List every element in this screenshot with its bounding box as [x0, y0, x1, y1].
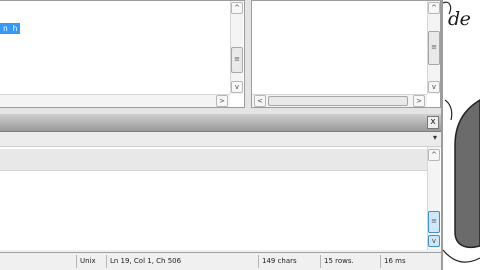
whiteboard-drawing: de — [443, 0, 480, 270]
line-ending-status: Unix — [76, 255, 106, 268]
table-row[interactable] — [0, 149, 427, 171]
scroll-right-button[interactable]: > — [413, 95, 425, 107]
scroll-down-button[interactable]: v — [231, 81, 243, 93]
editor-horizontal-scrollbar[interactable]: > — [0, 94, 230, 107]
grid-vertical-scrollbar[interactable]: ^ ≡ v — [427, 147, 440, 250]
char-count-status: 149 chars — [258, 255, 320, 268]
scroll-thumb[interactable]: ≡ — [428, 31, 440, 65]
scroll-thumb[interactable]: ≡ — [428, 211, 440, 233]
scroll-down-button[interactable]: v — [428, 235, 440, 247]
scroll-down-button[interactable]: v — [428, 81, 440, 93]
dropdown-arrow-icon[interactable]: ▾ — [433, 133, 437, 142]
close-panel-button[interactable]: x — [427, 116, 439, 129]
right-vertical-scrollbar[interactable]: ^ ≡ v — [427, 1, 440, 94]
scroll-thumb[interactable] — [268, 96, 408, 106]
selected-text[interactable]: n h — [0, 23, 21, 34]
scroll-left-button[interactable]: < — [254, 95, 266, 107]
sql-editor[interactable]: n h ^ ≡ v > — [0, 0, 245, 108]
scroll-right-button[interactable]: > — [216, 95, 228, 107]
editor-vertical-scrollbar[interactable]: ^ ≡ v — [230, 1, 243, 94]
scroll-up-button[interactable]: ^ — [231, 2, 243, 14]
status-bar: Unix Ln 19, Col 1, Ch 506 149 chars 15 r… — [0, 252, 443, 270]
app-window: n h ^ ≡ v > ^ ≡ v < > x ▾ ^ ≡ v Unix Ln … — [0, 0, 480, 270]
results-subbar: ▾ — [0, 132, 443, 147]
results-grid[interactable]: ^ ≡ v — [0, 147, 443, 250]
scroll-thumb[interactable]: ≡ — [231, 47, 243, 73]
cursor-position-status: Ln 19, Col 1, Ch 506 — [106, 255, 258, 268]
scroll-up-button[interactable]: ^ — [428, 2, 440, 14]
row-count-status: 15 rows. — [320, 255, 380, 268]
sketch-shape — [443, 1, 480, 263]
results-toolbar: x — [0, 114, 443, 132]
right-horizontal-scrollbar[interactable]: < > — [252, 94, 427, 107]
scroll-up-button[interactable]: ^ — [428, 149, 440, 161]
whiteboard-text: de — [448, 8, 471, 30]
object-browser-pane[interactable]: ^ ≡ v < > — [251, 0, 441, 108]
execution-time-status: 16 ms — [380, 255, 440, 268]
